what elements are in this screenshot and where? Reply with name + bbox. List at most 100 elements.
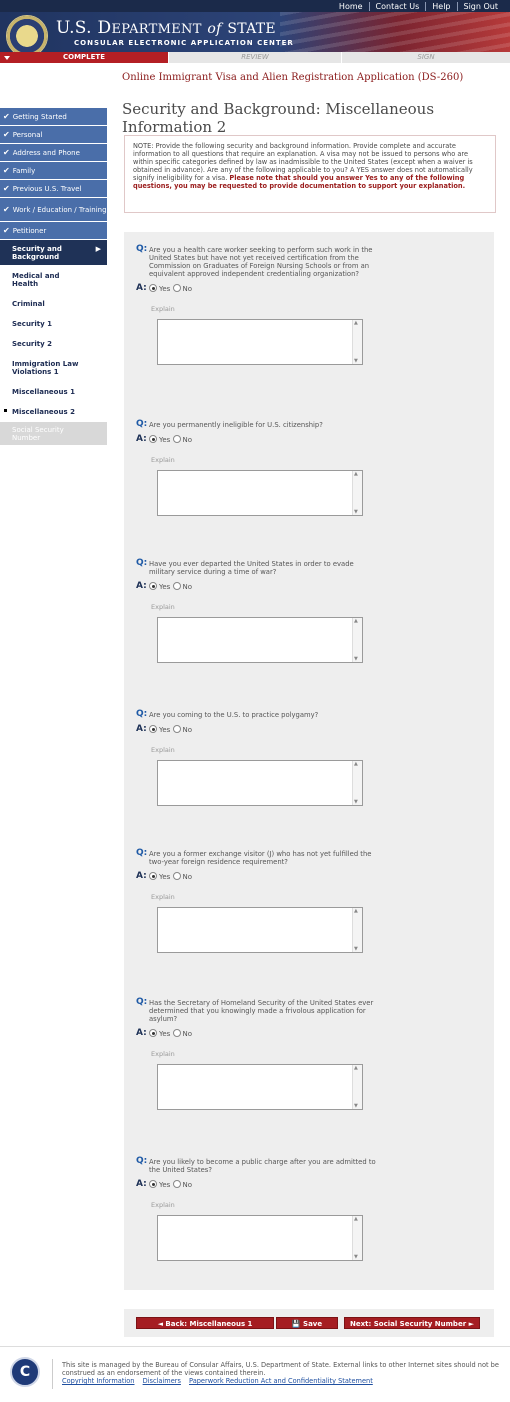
explain-textarea[interactable] <box>157 470 363 516</box>
textarea-scrollbar[interactable] <box>352 908 362 952</box>
contact-us-link[interactable]: Contact Us <box>368 1 426 11</box>
application-title: Online Immigrant Visa and Alien Registra… <box>122 72 464 83</box>
question-block-7: Q: Are you likely to become a public char… <box>136 1156 376 1261</box>
checkmark-icon: ✔ <box>3 130 10 139</box>
textarea-scrollbar[interactable] <box>352 1065 362 1109</box>
question-block-2: Q: Are you permanently ineligible for U.S… <box>136 419 376 516</box>
back-button[interactable]: ◄ Back: Miscellaneous 1 <box>136 1317 274 1329</box>
sidebar-subitem-immigration-law-violations-1[interactable]: Immigration Law Violations 1 <box>0 354 107 382</box>
questions-panel: Q: Are you a health care worker seeking t… <box>124 232 494 1290</box>
copyright-link[interactable]: Copyright Information <box>62 1377 134 1385</box>
question-text: Q: Are you a former exchange visitor (J) … <box>136 848 372 867</box>
next-button[interactable]: Next: Social Security Number ► <box>344 1317 480 1329</box>
chevron-right-icon: ▶ <box>95 245 101 253</box>
sidebar-item-social-security-number: Social Security Number <box>0 422 107 446</box>
help-link[interactable]: Help <box>425 1 456 11</box>
sidebar-item-security-and-background[interactable]: Security and Background ▶ <box>0 240 107 266</box>
yes-radio[interactable] <box>149 284 157 292</box>
sidebar-item-personal[interactable]: ✔ Personal <box>0 126 107 144</box>
sidebar-subitem-miscellaneous-2[interactable]: Miscellaneous 2 <box>0 402 107 422</box>
explain-textarea[interactable] <box>157 1215 363 1261</box>
consular-affairs-seal-icon: C <box>10 1357 40 1387</box>
sidebar-item-previous-us-travel[interactable]: ✔ Previous U.S. Travel <box>0 180 107 198</box>
textarea-scrollbar[interactable] <box>352 320 362 364</box>
no-radio[interactable] <box>172 435 181 443</box>
explain-label: Explain <box>151 603 175 611</box>
question-block-4: Q: Are you coming to the U.S. to practice… <box>136 709 376 806</box>
no-radio[interactable] <box>172 872 181 880</box>
textarea-scrollbar[interactable] <box>352 761 362 805</box>
checkmark-icon: ✔ <box>3 112 10 121</box>
sidebar-subitem-security-2[interactable]: Security 2 <box>0 334 107 354</box>
yes-radio[interactable] <box>149 872 157 880</box>
page-title: Security and Background: Miscellaneous I… <box>122 100 435 136</box>
sidebar-subitem-miscellaneous-1[interactable]: Miscellaneous 1 <box>0 382 107 402</box>
progress-bar: COMPLETE REVIEW SIGN <box>0 52 510 63</box>
answer-row: A: Yes No <box>136 724 193 734</box>
sidebar-subitem-medical-and-health[interactable]: Medical and Health <box>0 266 107 294</box>
home-link[interactable]: Home <box>333 2 369 11</box>
sidebar-subitem-security-1[interactable]: Security 1 <box>0 314 107 334</box>
textarea-scrollbar[interactable] <box>352 1216 362 1260</box>
sidebar-item-petitioner[interactable]: ✔ Petitioner <box>0 222 107 240</box>
checkmark-icon: ✔ <box>3 184 10 193</box>
question-text: Q: Are you likely to become a public char… <box>136 1156 376 1175</box>
yes-radio[interactable] <box>149 582 157 590</box>
question-text: Q: Are you a health care worker seeking t… <box>136 244 373 279</box>
sidebar-item-address-and-phone[interactable]: ✔ Address and Phone <box>0 144 107 162</box>
sidebar-subitem-criminal[interactable]: Criminal <box>0 294 107 314</box>
top-links: Home Contact Us Help Sign Out <box>333 0 504 12</box>
disclaimers-link[interactable]: Disclaimers <box>143 1377 181 1385</box>
textarea-scrollbar[interactable] <box>352 618 362 662</box>
yes-radio[interactable] <box>149 1180 157 1188</box>
department-name: U.S. DEPARTMENT of STATE <box>56 18 276 38</box>
no-radio[interactable] <box>172 725 181 733</box>
save-button[interactable]: 💾 Save <box>276 1317 338 1329</box>
flag-stripes-decoration <box>280 12 510 52</box>
footer: C This site is managed by the Bureau of … <box>0 1346 510 1402</box>
explain-label: Explain <box>151 305 175 313</box>
answer-row: A: Yes No <box>136 581 193 591</box>
footer-text: This site is managed by the Bureau of Co… <box>62 1361 502 1385</box>
checkmark-icon: ✔ <box>3 166 10 175</box>
sidebar-item-family[interactable]: ✔ Family <box>0 162 107 180</box>
navigation-button-bar: ◄ Back: Miscellaneous 1 💾 Save Next: Soc… <box>124 1309 494 1337</box>
explain-textarea[interactable] <box>157 1064 363 1110</box>
ceac-subtitle: CONSULAR ELECTRONIC APPLICATION CENTER <box>74 39 294 47</box>
explain-label: Explain <box>151 1201 175 1209</box>
paperwork-reduction-link[interactable]: Paperwork Reduction Act and Confidential… <box>189 1377 373 1385</box>
answer-row: A: Yes No <box>136 434 193 444</box>
no-radio[interactable] <box>172 284 181 292</box>
sidebar-item-getting-started[interactable]: ✔ Getting Started <box>0 108 107 126</box>
explain-textarea[interactable] <box>157 760 363 806</box>
explain-textarea[interactable] <box>157 617 363 663</box>
explain-label: Explain <box>151 456 175 464</box>
answer-row: A: Yes No <box>136 1028 193 1038</box>
explain-label: Explain <box>151 746 175 754</box>
textarea-scrollbar[interactable] <box>352 471 362 515</box>
answer-row: A: Yes No <box>136 871 193 881</box>
question-text: Q: Have you ever departed the United Stat… <box>136 558 354 577</box>
footer-disclaimer: This site is managed by the Bureau of Co… <box>62 1361 499 1377</box>
no-radio[interactable] <box>172 1029 181 1037</box>
checkmark-icon: ✔ <box>3 226 10 235</box>
explain-textarea[interactable] <box>157 907 363 953</box>
progress-step-review: REVIEW <box>168 52 341 63</box>
yes-radio[interactable] <box>149 725 157 733</box>
no-radio[interactable] <box>172 1180 181 1188</box>
sidebar-nav: ✔ Getting Started ✔ Personal ✔ Address and … <box>0 108 107 446</box>
no-radio[interactable] <box>172 582 181 590</box>
sidebar-item-work-education-training[interactable]: ✔ Work / Education / Training <box>0 198 107 222</box>
answer-row: A: Yes No <box>136 283 193 293</box>
yes-radio[interactable] <box>149 1029 157 1037</box>
question-block-3: Q: Have you ever departed the United Stat… <box>136 558 376 663</box>
checkmark-icon: ✔ <box>3 148 10 157</box>
question-text: Q: Are you permanently ineligible for U.S… <box>136 419 323 430</box>
sign-out-link[interactable]: Sign Out <box>456 1 505 11</box>
answer-row: A: Yes No <box>136 1179 193 1189</box>
explain-label: Explain <box>151 893 175 901</box>
question-block-5: Q: Are you a former exchange visitor (J) … <box>136 848 376 953</box>
explain-textarea[interactable] <box>157 319 363 365</box>
question-text: Q: Are you coming to the U.S. to practice… <box>136 709 319 720</box>
yes-radio[interactable] <box>149 435 157 443</box>
